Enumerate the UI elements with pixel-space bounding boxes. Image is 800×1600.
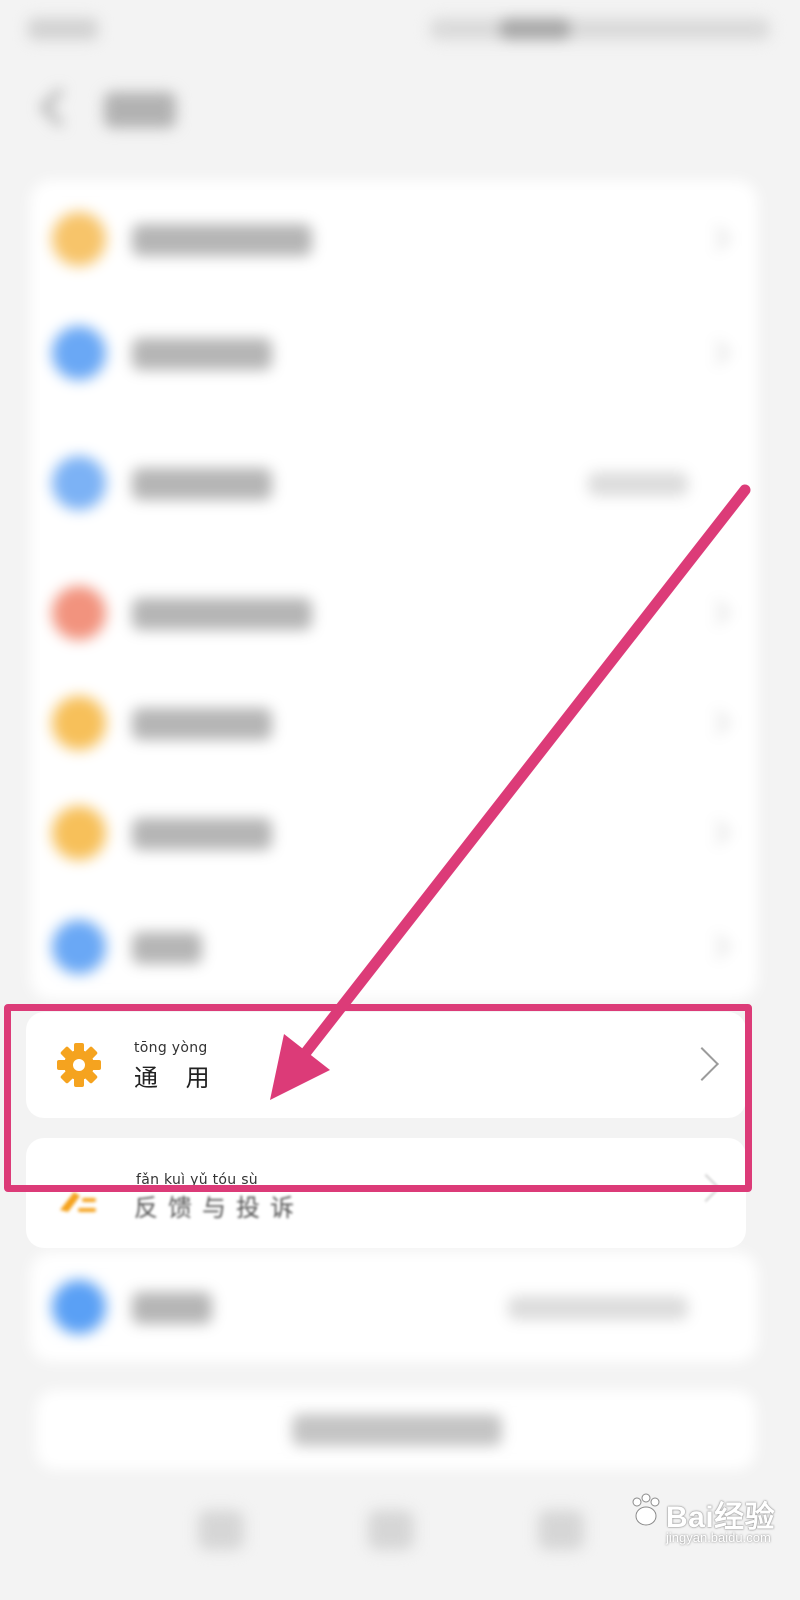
annotation-arrow: [270, 484, 751, 1100]
paw-icon: [632, 1493, 660, 1526]
watermark-url: jingyan.baidu.com: [666, 1530, 771, 1545]
watermark: Bai经验 jingyan.baidu.com: [626, 1486, 776, 1566]
